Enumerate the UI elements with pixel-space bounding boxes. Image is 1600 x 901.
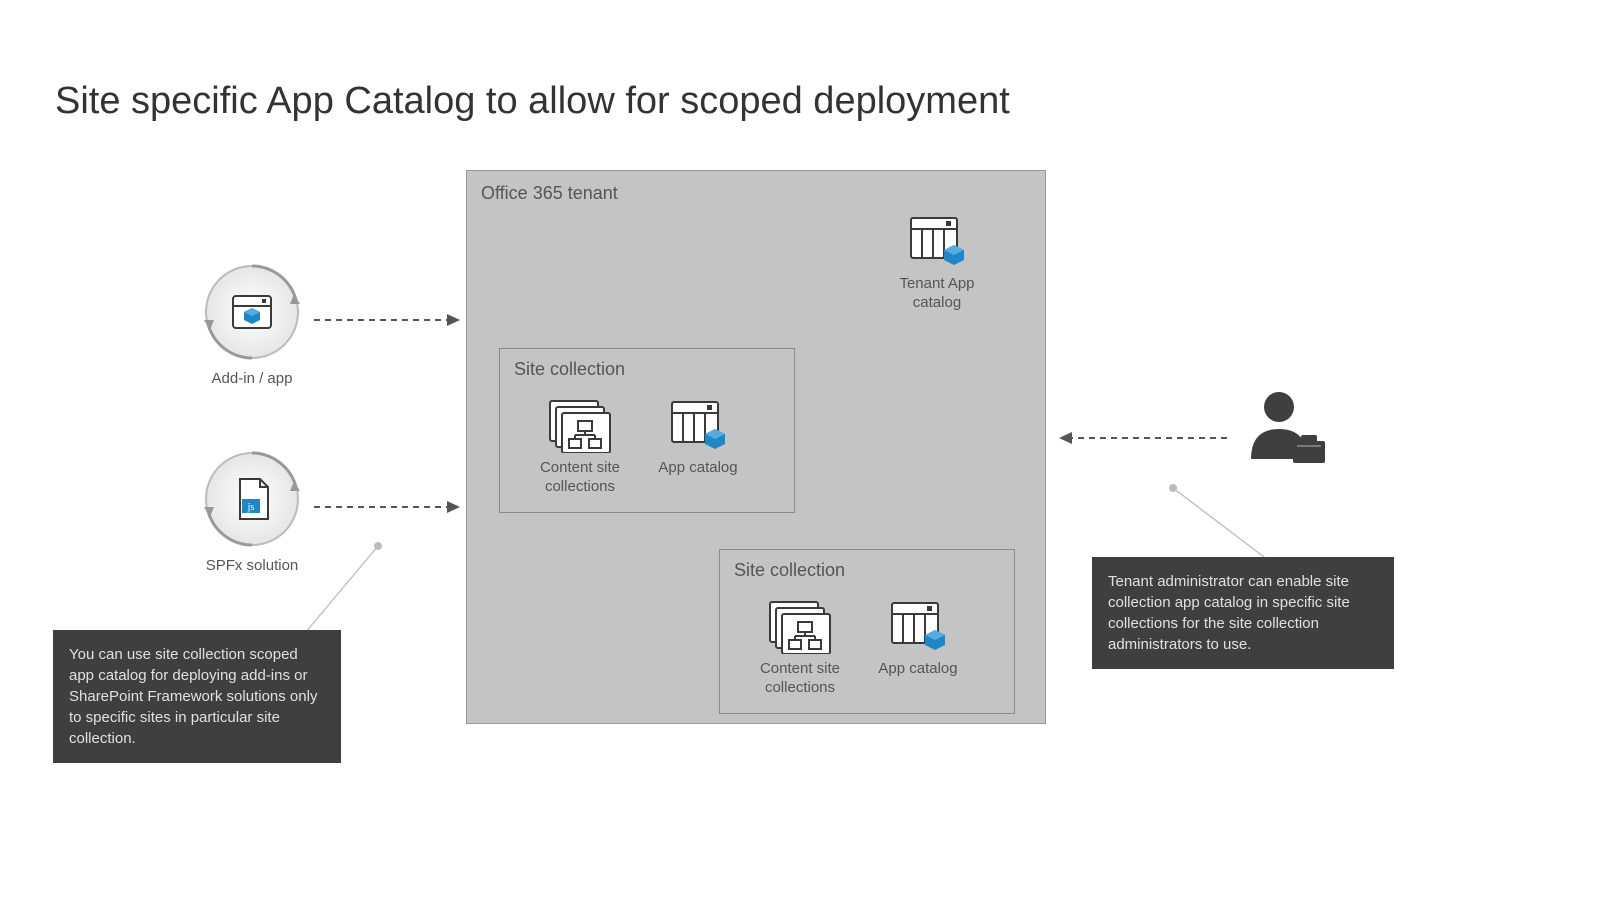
- addin-app-label: Add-in / app: [212, 370, 293, 389]
- callout-site-scoped: You can use site collection scoped app c…: [53, 630, 341, 763]
- app-catalog-icon: [669, 399, 727, 453]
- addin-app-block: Add-in / app: [192, 260, 312, 389]
- tenant-app-catalog: Tenant App catalog: [877, 215, 997, 313]
- callout-pointer-right: [1168, 478, 1278, 568]
- tenant-app-catalog-label: Tenant App catalog: [899, 275, 974, 313]
- administrator-icon: [1241, 385, 1331, 475]
- arrow-spfx-to-tenant: [312, 497, 462, 517]
- site-collections-icon: [768, 600, 832, 654]
- site-collection-2-label: Site collection: [734, 560, 1000, 581]
- app-catalog-1-label: App catalog: [658, 459, 737, 478]
- site-collections-icon: [548, 399, 612, 453]
- callout-pointer-left: [300, 538, 390, 638]
- diagram-title: Site specific App Catalog to allow for s…: [55, 80, 1010, 123]
- tenant-app-catalog-icon: [908, 215, 966, 269]
- svg-text:js: js: [247, 502, 255, 513]
- callout-admin-enable: Tenant administrator can enable site col…: [1092, 557, 1394, 669]
- app-catalog-2-label: App catalog: [878, 660, 957, 679]
- content-site-collections-1: Content site collections: [530, 399, 630, 497]
- addin-app-icon: [200, 260, 304, 364]
- site-collection-1-label: Site collection: [514, 359, 780, 380]
- spfx-solution-block: js SPFx solution: [192, 447, 312, 576]
- arrow-addin-to-tenant: [312, 310, 462, 330]
- site-collection-box-1: Site collection Content site: [499, 348, 795, 513]
- app-catalog-1: App catalog: [648, 399, 748, 478]
- arrow-admin-to-tenant: [1054, 428, 1229, 448]
- spfx-solution-icon: js: [200, 447, 304, 551]
- app-catalog-icon: [889, 600, 947, 654]
- content-site-collections-2: Content site collections: [750, 600, 850, 698]
- spfx-solution-label: SPFx solution: [206, 557, 299, 576]
- site-collection-box-2: Site collection Content site: [719, 549, 1015, 714]
- tenant-label: Office 365 tenant: [481, 183, 618, 204]
- content-site-collections-2-label: Content site collections: [760, 660, 840, 698]
- tenant-administrator: [1236, 385, 1336, 475]
- content-site-collections-1-label: Content site collections: [540, 459, 620, 497]
- app-catalog-2: App catalog: [868, 600, 968, 679]
